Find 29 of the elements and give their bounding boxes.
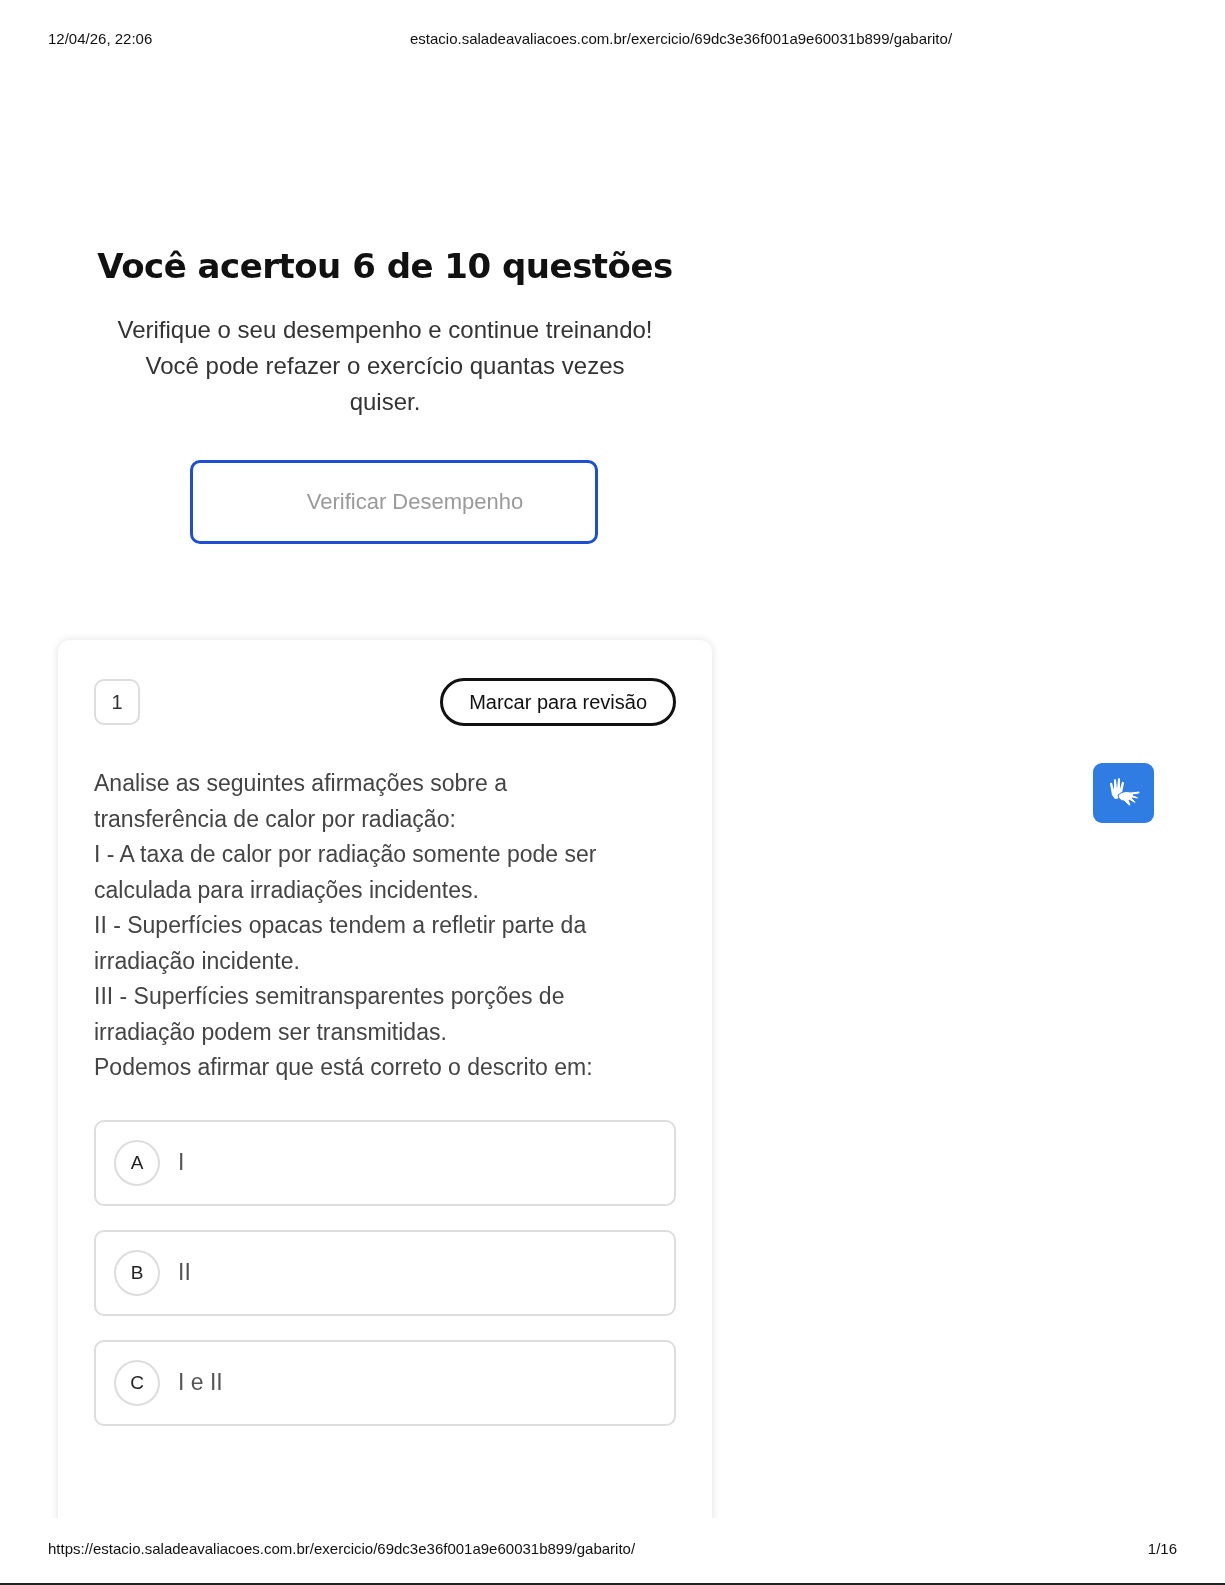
option-text: II bbox=[178, 1259, 191, 1286]
question-number: 1 bbox=[94, 679, 140, 725]
sign-language-button[interactable] bbox=[1093, 763, 1154, 823]
answer-option[interactable]: A I bbox=[94, 1119, 676, 1206]
question-text: Podemos afirmar que está correto o descrito em: bbox=[94, 1053, 594, 1082]
question-text: III - Superfícies semitransparentes porções de bbox=[94, 982, 566, 1011]
page-url: https://estacio.saladeavaliacoes.com.br/exercicio/69dc3e36f001a9e60031b899/gabarito/ bbox=[48, 1540, 636, 1559]
option-text: I e II bbox=[178, 1369, 223, 1396]
question-text: I - A taxa de calor por radiação somente pode ser bbox=[94, 840, 598, 869]
question-text: Analise as seguintes afirmações sobre a bbox=[94, 769, 508, 798]
result-heading: Você acertou 6 de 10 questões bbox=[97, 246, 673, 286]
message-text: Você pode refazer o exercício quantas vezes bbox=[145, 351, 625, 381]
question-text: II - Superfícies opacas tendem a refletir parte da bbox=[94, 911, 588, 940]
option-text: I bbox=[178, 1149, 185, 1176]
page-url: estacio.saladeavaliacoes.com.br/exercicio/69dc3e36f001a9e60031b899/gabarito/ bbox=[410, 30, 953, 47]
option-letter: A bbox=[114, 1139, 160, 1186]
question-text: transferência de calor por radiação: bbox=[94, 804, 457, 834]
option-letter: C bbox=[114, 1359, 160, 1406]
question-text: irradiação podem ser transmitidas. bbox=[94, 1017, 448, 1047]
review-button[interactable]: Marcar para revisão bbox=[440, 678, 676, 726]
answer-option[interactable]: C I e II bbox=[94, 1339, 676, 1426]
question-text: irradiação incidente. bbox=[94, 946, 301, 976]
question-text: calculada para irradiações incidentes. bbox=[94, 875, 480, 905]
message-text: quiser. bbox=[349, 387, 421, 417]
option-letter: B bbox=[114, 1249, 160, 1296]
print-date: 12/04/26, 22:06 bbox=[48, 30, 154, 47]
page-number: 1/16 bbox=[1147, 1540, 1177, 1559]
message-text: Verifique o seu desempenho e continue treinando! bbox=[117, 315, 653, 345]
answer-option[interactable]: B II bbox=[94, 1229, 676, 1316]
